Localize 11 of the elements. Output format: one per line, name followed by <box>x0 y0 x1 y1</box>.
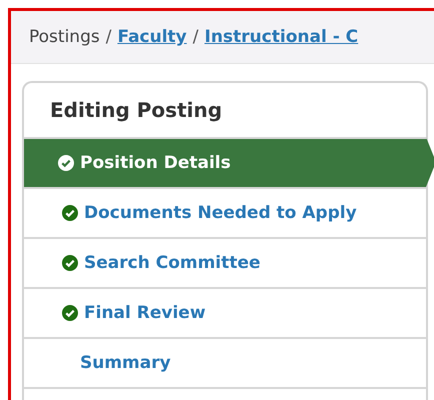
panel-title: Editing Posting <box>49 97 224 124</box>
step-item[interactable]: Position Details <box>24 137 434 187</box>
breadcrumb-separator: / <box>106 27 112 47</box>
check-circle-icon <box>62 205 78 221</box>
check-circle-icon <box>58 155 74 171</box>
breadcrumb-link[interactable]: Instructional - C <box>204 27 358 47</box>
breadcrumb-text: Postings <box>29 27 100 47</box>
check-circle-icon <box>62 255 78 271</box>
check-circle-icon <box>62 305 78 321</box>
breadcrumb-link[interactable]: Faculty <box>117 27 187 47</box>
breadcrumb-separator: / <box>192 27 198 47</box>
